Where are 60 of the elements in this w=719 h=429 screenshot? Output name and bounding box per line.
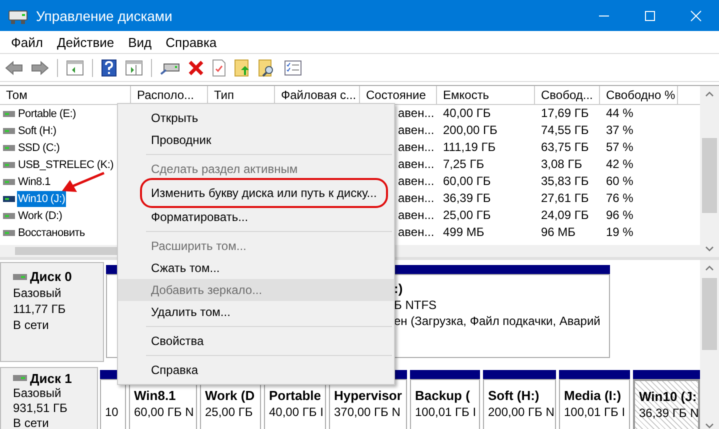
partition-name: :) <box>394 281 404 297</box>
table-cell: 19 % <box>606 225 634 239</box>
partition-size: 40,00 ГБ I <box>269 404 322 420</box>
partition-size: 10 <box>105 404 120 420</box>
partition-size: 100,01 ГБ I <box>415 404 476 420</box>
table-cell: 60 % <box>606 174 634 188</box>
table-cell: авен... <box>398 106 434 120</box>
disk-type: Базовый <box>13 386 62 401</box>
table-cell: 60,00 ГБ <box>443 174 491 188</box>
partition-name: Work (D <box>205 388 256 404</box>
table-cell: 36,39 ГБ <box>443 191 491 205</box>
partition-name: Win8.1 <box>134 388 177 404</box>
table-cell: 7,25 ГБ <box>443 157 484 171</box>
partition-size: 370,00 ГБ N <box>334 404 402 420</box>
table-cell: 40,00 ГБ <box>443 106 491 120</box>
partition-status: ен (Загрузка, Файл подкачки, Аварий <box>394 313 602 329</box>
table-cell: 44 % <box>606 106 634 120</box>
table-cell: 96 % <box>606 208 634 222</box>
table-cell: 35,83 ГБ <box>541 174 589 188</box>
disk-status: В сети <box>13 416 50 429</box>
table-cell: авен... <box>398 208 434 222</box>
partition-name: Portable <box>269 388 322 404</box>
partition-size: 100,01 ГБ I <box>564 404 626 420</box>
table-cell: 499 МБ <box>443 225 484 239</box>
disk-size: 931,51 ГБ <box>13 400 68 416</box>
disk-size: 111,77 ГБ <box>13 301 67 317</box>
table-cell: 200,00 ГБ <box>443 123 498 137</box>
table-cell: 37 % <box>606 123 634 137</box>
table-cell: 42 % <box>606 157 634 171</box>
partition-size: 60,00 ГБ N <box>134 404 193 420</box>
disk-name: Диск 1 <box>30 370 72 386</box>
table-cell: 96 МБ <box>541 225 576 239</box>
disk-type: Базовый <box>13 285 62 301</box>
table-cell: авен... <box>398 140 434 154</box>
disk-name: Диск 0 <box>30 269 72 285</box>
table-cell: 111,19 ГБ <box>443 140 496 154</box>
table-cell: 76 % <box>606 191 634 205</box>
partition-name: Win10 (J: <box>639 388 695 405</box>
table-cell: 27,61 ГБ <box>541 191 589 205</box>
table-cell: 24,09 ГБ <box>541 208 589 222</box>
table-cell: авен... <box>398 225 434 239</box>
table-cell: авен... <box>398 174 434 188</box>
partition-name: Media (I:) <box>564 388 622 404</box>
partition-name: Backup ( <box>415 388 471 404</box>
partition-name: Soft (H:) <box>488 388 540 404</box>
disk-status: В сети <box>13 317 50 333</box>
partition-size: 200,00 ГБ N <box>488 404 552 420</box>
partition-size: 25,00 ГБ <box>205 404 254 420</box>
table-cell: 74,55 ГБ <box>541 123 589 137</box>
partition-size: Б NTFS <box>394 297 438 313</box>
table-cell: авен... <box>398 123 434 137</box>
table-cell: авен... <box>398 191 434 205</box>
table-cell: 17,69 ГБ <box>541 106 589 120</box>
table-cell: 57 % <box>606 140 634 154</box>
table-cell: авен... <box>398 157 434 171</box>
table-cell: 63,75 ГБ <box>541 140 589 154</box>
partition-name: Hypervisor <box>334 388 403 404</box>
table-cell: 25,00 ГБ <box>443 208 491 222</box>
window-title: Управление дисками <box>36 8 172 24</box>
table-cell: 3,08 ГБ <box>541 157 582 171</box>
